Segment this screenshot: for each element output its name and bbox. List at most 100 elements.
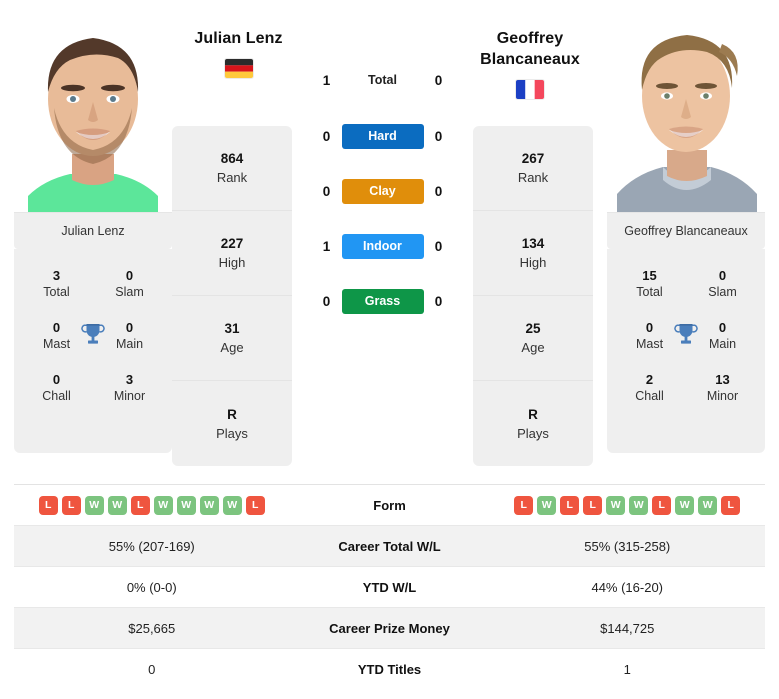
h2h-row-grass: 0 Grass 0 xyxy=(298,287,468,315)
h2h-total-right-value: 0 xyxy=(434,72,443,88)
h2h-row-hard: 0 Hard 0 xyxy=(298,122,468,150)
left-title-total: 3 Total xyxy=(43,268,70,299)
form-badge-win[interactable]: W xyxy=(84,495,104,515)
left-stat-high: 227 High xyxy=(172,211,292,296)
right-player-photo-caption: Geoffrey Blancaneaux xyxy=(607,212,765,249)
flag-germany-icon xyxy=(224,59,253,78)
form-badge-loss[interactable]: L xyxy=(721,495,741,515)
right-titles-grid: 15 Total 0 Slam 0 Mast 0 Main 2 Chall 13… xyxy=(613,261,759,405)
row-label-form: Form xyxy=(373,497,406,513)
left-title-minor: 3 Minor xyxy=(113,372,146,403)
right-stat-rank: 267 Rank xyxy=(473,126,593,211)
table-row-career-prize-money: $25,665 Career Prize Money $144,725 xyxy=(14,608,765,649)
h2h-grass-right-value: 0 xyxy=(434,293,443,309)
right-title-total: 15 Total xyxy=(636,268,663,299)
right-player-photo xyxy=(607,4,765,212)
form-badge-win[interactable]: W xyxy=(537,495,557,515)
h2h-row-indoor: 1 Indoor 0 xyxy=(298,232,468,260)
right-player-stats-card: 267 Rank 134 High 25 Age R Plays xyxy=(473,126,593,466)
form-badge-win[interactable]: W xyxy=(675,495,695,515)
left-titles-grid: 3 Total 0 Slam 0 Mast 0 Main 0 Chall 3 M… xyxy=(20,261,166,405)
right-stat-high: 134 High xyxy=(473,211,593,296)
left-player-heading: Julian Lenz xyxy=(176,28,301,78)
right-player-heading: Geoffrey Blancaneaux xyxy=(466,28,594,99)
h2h-total-left-value: 1 xyxy=(322,72,331,88)
left-player-photo xyxy=(14,4,172,212)
h2h-indoor-label[interactable]: Indoor xyxy=(341,233,424,259)
form-badge-win[interactable]: W xyxy=(176,495,196,515)
h2h-hard-left-value: 0 xyxy=(322,128,331,144)
table-row-form: LLWWLWWWWL Form LWLLWWLWWL xyxy=(14,485,765,526)
left-title-chall: 0 Chall xyxy=(42,372,71,403)
form-badge-win[interactable]: W xyxy=(629,495,649,515)
h2h-grass-label[interactable]: Grass xyxy=(341,288,424,314)
right-title-slam: 0 Slam xyxy=(708,268,737,299)
right-stat-plays: R Plays xyxy=(517,406,549,441)
h2h-hard-label[interactable]: Hard xyxy=(341,123,424,149)
form-badge-win[interactable]: W xyxy=(107,495,127,515)
form-badge-win[interactable]: W xyxy=(222,495,242,515)
row-label-ytd-wl: YTD W/L xyxy=(362,579,417,595)
form-badge-loss[interactable]: L xyxy=(514,495,534,515)
row-label-career-total-wl: Career Total W/L xyxy=(338,538,441,554)
h2h-clay-right-value: 0 xyxy=(434,183,443,199)
trophy-icon xyxy=(673,321,699,347)
left-stat-plays: R Plays xyxy=(216,406,248,441)
left-career-total-wl: 55% (207-169) xyxy=(108,538,195,554)
form-badge-win[interactable]: W xyxy=(153,495,173,515)
form-badge-win[interactable]: W xyxy=(698,495,718,515)
right-player-name: Geoffrey Blancaneaux xyxy=(480,30,580,68)
right-career-total-wl: 55% (315-258) xyxy=(584,538,671,554)
form-badge-loss[interactable]: L xyxy=(38,495,58,515)
table-row-ytd-wl: 0% (0-0) YTD W/L 44% (16-20) xyxy=(14,567,765,608)
table-row-career-total-wl: 55% (207-169) Career Total W/L 55% (315-… xyxy=(14,526,765,567)
right-title-chall: 2 Chall xyxy=(635,372,664,403)
h2h-grass-left-value: 0 xyxy=(322,293,331,309)
h2h-indoor-right-value: 0 xyxy=(434,238,443,254)
left-player-photo-card: Julian Lenz xyxy=(14,4,172,249)
row-label-ytd-titles: YTD Titles xyxy=(357,662,422,677)
left-title-slam: 0 Slam xyxy=(115,268,144,299)
comparison-table: LLWWLWWWWL Form LWLLWWLWWL 55% (207-169)… xyxy=(14,484,765,690)
form-badge-win[interactable]: W xyxy=(606,495,626,515)
player-comparison-page: Julian Lenz Geoffrey Blancaneaux Julian … xyxy=(0,0,779,699)
h2h-clay-label[interactable]: Clay xyxy=(341,178,424,204)
h2h-total-label: Total xyxy=(368,73,397,87)
head-to-head-column: 1 Total 0 0 Hard 0 0 Clay 0 1 Indoor 0 0 xyxy=(292,4,473,342)
left-player-column: Julian Lenz 3 Total 0 Slam 0 Mast 0 Main… xyxy=(14,4,172,453)
right-title-minor: 13 Minor xyxy=(706,372,739,403)
right-form-cell: LWLLWWLWWL xyxy=(490,495,766,515)
left-player-photo-caption: Julian Lenz xyxy=(14,212,172,249)
right-career-prize-money: $144,725 xyxy=(600,620,655,636)
left-form-cell: LLWWLWWWWL xyxy=(14,495,290,515)
form-badge-loss[interactable]: L xyxy=(560,495,580,515)
comparison-top-area: Julian Lenz 3 Total 0 Slam 0 Mast 0 Main… xyxy=(0,0,779,472)
flag-france-icon xyxy=(516,80,544,99)
left-ytd-titles: 0 xyxy=(148,662,156,677)
h2h-indoor-left-value: 1 xyxy=(322,238,331,254)
left-stat-rank: 864 Rank xyxy=(172,126,292,211)
h2h-clay-left-value: 0 xyxy=(322,183,331,199)
form-badge-loss[interactable]: L xyxy=(652,495,672,515)
table-row-ytd-titles: 0 YTD Titles 1 xyxy=(14,649,765,690)
right-player-photo-card: Geoffrey Blancaneaux xyxy=(607,4,765,249)
form-badge-loss[interactable]: L xyxy=(61,495,81,515)
left-stat-age: 31 Age xyxy=(172,296,292,381)
left-career-prize-money: $25,665 xyxy=(128,620,176,636)
left-player-name: Julian Lenz xyxy=(194,30,283,47)
left-player-stats-card: 864 Rank 227 High 31 Age R Plays xyxy=(172,126,292,466)
trophy-icon xyxy=(80,321,106,347)
right-player-column: Geoffrey Blancaneaux 15 Total 0 Slam 0 M… xyxy=(607,4,765,453)
right-ytd-wl: 44% (16-20) xyxy=(591,579,664,595)
form-badge-loss[interactable]: L xyxy=(130,495,150,515)
h2h-row-total: 1 Total 0 xyxy=(298,66,468,94)
form-badge-loss[interactable]: L xyxy=(245,495,265,515)
left-form-strip: LLWWLWWWWL xyxy=(14,495,290,515)
form-badge-loss[interactable]: L xyxy=(583,495,603,515)
right-player-titles-card: 15 Total 0 Slam 0 Mast 0 Main 2 Chall 13… xyxy=(607,249,765,453)
right-ytd-titles: 1 xyxy=(623,662,631,677)
right-form-strip: LWLLWWLWWL xyxy=(490,495,766,515)
h2h-hard-right-value: 0 xyxy=(434,128,443,144)
h2h-row-clay: 0 Clay 0 xyxy=(298,177,468,205)
form-badge-win[interactable]: W xyxy=(199,495,219,515)
